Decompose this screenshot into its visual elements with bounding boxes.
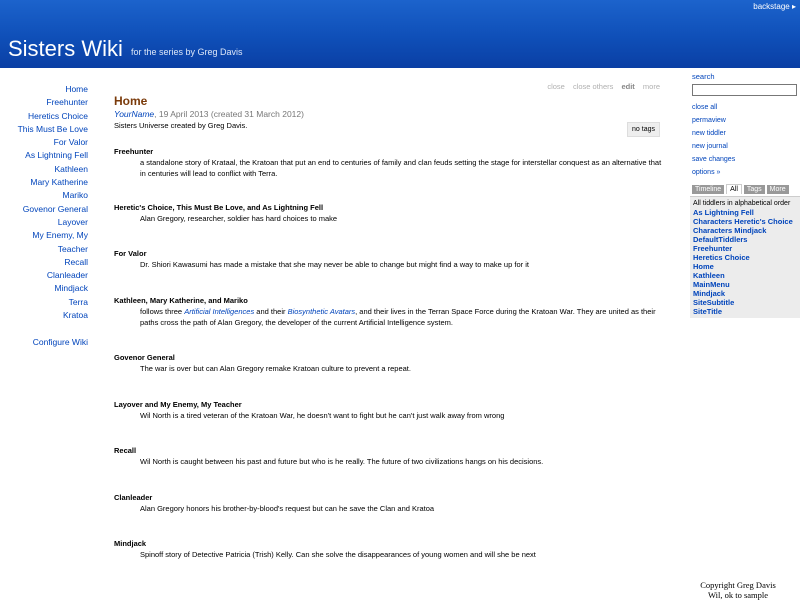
list-item[interactable]: Kathleen bbox=[693, 271, 800, 280]
menu-item-for-valor[interactable]: For Valor bbox=[0, 136, 88, 149]
menu-item-mary-katherine[interactable]: Mary Katherine bbox=[0, 176, 88, 189]
entry-heading: Mindjack bbox=[114, 539, 147, 548]
entry-mindjack: Mindjack Spinoff story of Detective Patr… bbox=[114, 539, 662, 560]
list-item[interactable]: As Lightning Fell bbox=[693, 208, 800, 217]
menu-item-mariko[interactable]: Mariko bbox=[0, 189, 88, 202]
menu-item-my-enemy-my[interactable]: My Enemy, My bbox=[0, 229, 88, 242]
entry-kathleen: Kathleen, Mary Katherine, and Mariko fol… bbox=[114, 296, 662, 328]
tiddler-title: Home bbox=[114, 94, 148, 108]
options-link[interactable]: options » bbox=[692, 169, 720, 176]
menu-item-this-must-be-love[interactable]: This Must Be Love bbox=[0, 123, 88, 136]
tab-tags[interactable]: Tags bbox=[743, 185, 765, 194]
tab-timeline[interactable]: Timeline bbox=[692, 185, 725, 194]
tiddler-toolbar: close close others edit more bbox=[541, 82, 660, 91]
entry-text: The war is over but can Alan Gregory rem… bbox=[140, 364, 411, 373]
menu-item-home[interactable]: Home bbox=[0, 83, 88, 96]
entry-heading: Freehunter bbox=[114, 147, 154, 156]
entry-heading: Recall bbox=[114, 446, 137, 455]
menu-item-mindjack[interactable]: Mindjack bbox=[0, 282, 88, 295]
menu-item-teacher[interactable]: Teacher bbox=[0, 243, 88, 256]
tiddler-home: close close others edit more Home YourNa… bbox=[114, 82, 662, 560]
backstage-link[interactable]: backstage ▸ bbox=[753, 2, 796, 11]
entry-text-part: follows three bbox=[140, 307, 185, 316]
search-input[interactable] bbox=[692, 84, 797, 96]
copyright-line: Wil, ok to sample bbox=[707, 590, 769, 600]
entry-text: Wil North is a tired veteran of the Krat… bbox=[140, 411, 505, 420]
menu-item-kratoa[interactable]: Kratoa bbox=[0, 309, 88, 322]
menu-item-heretics-choice[interactable]: Heretics Choice bbox=[0, 110, 88, 123]
copyright-notice: Copyright Greg Davis Wil, ok to sample bbox=[696, 580, 780, 600]
menu-item-freehunter[interactable]: Freehunter bbox=[0, 96, 88, 109]
menu-item-recall[interactable]: Recall bbox=[0, 256, 88, 269]
entry-text-part: and their bbox=[254, 307, 288, 316]
more-button[interactable]: more bbox=[643, 82, 660, 91]
entry-heading: For Valor bbox=[114, 249, 147, 258]
modifier-link[interactable]: YourName bbox=[114, 109, 154, 119]
close-button[interactable]: close bbox=[547, 82, 565, 91]
entry-heading: Heretic's Choice, This Must Be Love, and… bbox=[114, 203, 324, 212]
list-item[interactable]: DefaultTiddlers bbox=[693, 235, 800, 244]
tiddler-list: All tiddlers in alphabetical order As Li… bbox=[690, 196, 800, 318]
entry-text: Spinoff story of Detective Patricia (Tri… bbox=[140, 550, 536, 559]
list-item[interactable]: Heretics Choice bbox=[693, 253, 800, 262]
site-title: Sisters Wiki bbox=[8, 36, 123, 61]
list-item[interactable]: SiteTitle bbox=[693, 307, 800, 316]
site-subtitle: for the series by Greg Davis bbox=[131, 47, 243, 57]
tab-all[interactable]: All bbox=[726, 184, 742, 194]
copyright-line: Copyright Greg Davis bbox=[700, 580, 776, 590]
entry-text: Alan Gregory honors his brother-by-blood… bbox=[140, 504, 435, 513]
entry-text: Wil North is caught between his past and… bbox=[140, 457, 544, 466]
tiddler-subtitle: YourName, 19 April 2013 (created 31 Marc… bbox=[114, 108, 662, 120]
modified-date: , 19 April 2013 (created 31 March 2012) bbox=[154, 109, 304, 119]
entry-clanleader: Clanleader Alan Gregory honors his broth… bbox=[114, 493, 662, 514]
list-item[interactable]: Characters Heretic's Choice bbox=[693, 217, 800, 226]
menu-item-terra[interactable]: Terra bbox=[0, 296, 88, 309]
list-item[interactable]: Characters Mindjack bbox=[693, 226, 800, 235]
entry-text: a standalone story of Krataal, the Krato… bbox=[140, 158, 662, 178]
tiddler-body: Sisters Universe created by Greg Davis. … bbox=[114, 121, 662, 560]
menu-item-as-lightning-fell[interactable]: As Lightning Fell bbox=[0, 149, 88, 162]
list-heading: All tiddlers in alphabetical order bbox=[693, 200, 791, 207]
menu-item-clanleader[interactable]: Clanleader bbox=[0, 269, 88, 282]
entry-text: follows three Artificial Intelligences a… bbox=[140, 306, 662, 328]
list-item[interactable]: Home bbox=[693, 262, 800, 271]
entry-heretics-choice: Heretic's Choice, This Must Be Love, and… bbox=[114, 203, 662, 224]
sidebar-tabs: Timeline All Tags More bbox=[692, 184, 789, 194]
tab-more[interactable]: More bbox=[766, 185, 789, 194]
entry-govenor-general: Govenor General The war is over but can … bbox=[114, 353, 662, 374]
artificial-intelligences-link[interactable]: Artificial Intelligences bbox=[184, 307, 254, 316]
site-header: backstage ▸ Sisters Wiki for the series … bbox=[0, 0, 800, 68]
menu-item-layover[interactable]: Layover bbox=[0, 216, 88, 229]
edit-button[interactable]: edit bbox=[621, 82, 634, 91]
entry-text: Alan Gregory, researcher, soldier has ha… bbox=[140, 214, 338, 223]
entry-layover: Layover and My Enemy, My Teacher Wil Nor… bbox=[114, 400, 662, 421]
entry-heading: Kathleen, Mary Katherine, and Mariko bbox=[114, 296, 248, 305]
list-item[interactable]: Freehunter bbox=[693, 244, 800, 253]
configure-wiki-link[interactable]: Configure Wiki bbox=[0, 336, 88, 349]
new-tiddler-link[interactable]: new tiddler bbox=[692, 130, 726, 137]
entry-recall: Recall Wil North is caught between his p… bbox=[114, 446, 662, 467]
entry-heading: Clanleader bbox=[114, 493, 153, 502]
intro-text: Sisters Universe created by Greg Davis. bbox=[114, 121, 248, 130]
tags-box: no tags bbox=[627, 122, 660, 137]
menu-item-kathleen[interactable]: Kathleen bbox=[0, 163, 88, 176]
main-menu: Home Freehunter Heretics Choice This Mus… bbox=[0, 83, 88, 350]
menu-item-govenor-general[interactable]: Govenor General bbox=[0, 203, 88, 216]
entry-for-valor: For Valor Dr. Shiori Kawasumi has made a… bbox=[114, 249, 662, 270]
close-others-button[interactable]: close others bbox=[573, 82, 613, 91]
entry-text: Dr. Shiori Kawasumi has made a mistake t… bbox=[140, 260, 529, 269]
new-journal-link[interactable]: new journal bbox=[692, 143, 728, 150]
list-item[interactable]: Mindjack bbox=[693, 289, 800, 298]
save-changes-link[interactable]: save changes bbox=[692, 156, 735, 163]
close-all-link[interactable]: close all bbox=[692, 104, 717, 111]
permaview-link[interactable]: permaview bbox=[692, 117, 726, 124]
entry-heading: Govenor General bbox=[114, 353, 175, 362]
entry-heading: Layover and My Enemy, My Teacher bbox=[114, 400, 242, 409]
menu-spacer bbox=[0, 322, 88, 336]
biosynthetic-avatars-link[interactable]: Biosynthetic Avatars bbox=[288, 307, 356, 316]
search-label[interactable]: search bbox=[692, 72, 715, 81]
list-item[interactable]: MainMenu bbox=[693, 280, 800, 289]
entry-freehunter: Freehunter a standalone story of Krataal… bbox=[114, 147, 662, 179]
list-item[interactable]: SiteSubtitle bbox=[693, 298, 800, 307]
